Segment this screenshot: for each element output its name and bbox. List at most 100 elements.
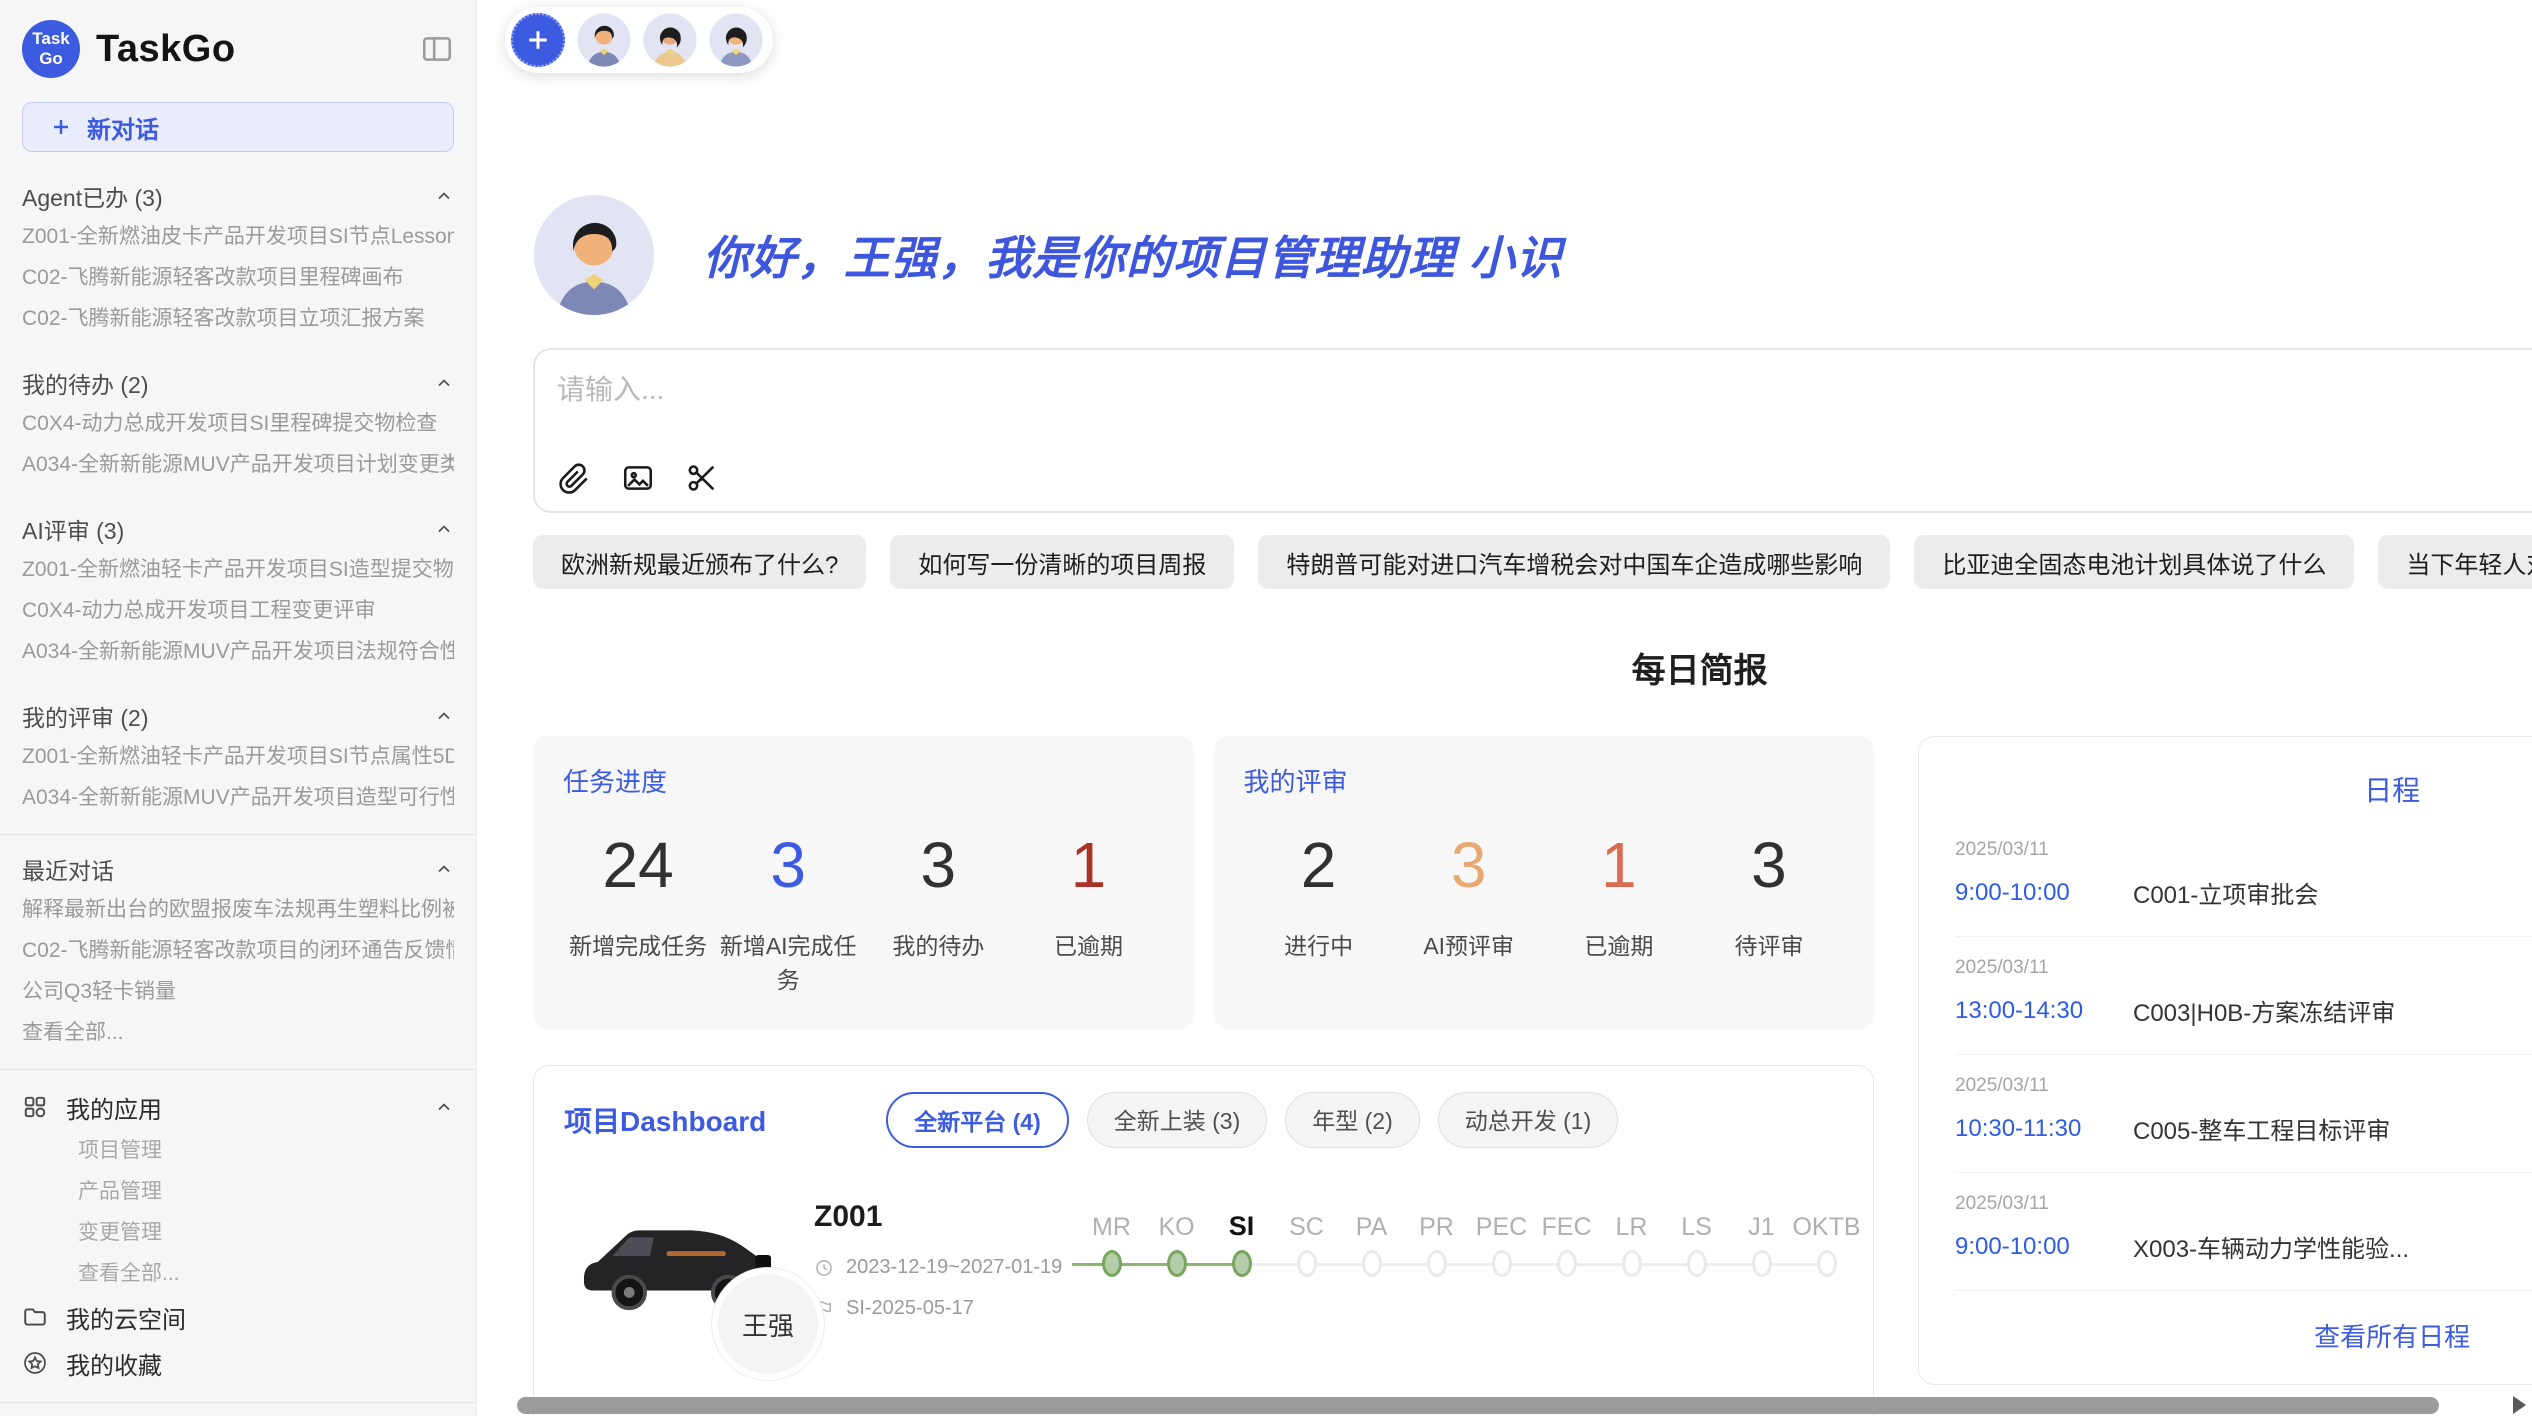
sidebar-links: 我的云空间我的收藏 bbox=[22, 1294, 454, 1386]
dashboard-tab[interactable]: 全新上装 (3) bbox=[1087, 1092, 1268, 1148]
project-dates: 2023-12-19~2027-01-19 bbox=[814, 1256, 1079, 1279]
milestone-step[interactable]: SI bbox=[1209, 1196, 1274, 1288]
sidebar-my-apps: 我的应用项目管理产品管理变更管理查看全部... bbox=[22, 1084, 454, 1294]
screenshot-scissors-icon[interactable] bbox=[685, 461, 719, 495]
sidebar-task-item[interactable]: C0X4-动力总成开发项目工程变更评审 bbox=[22, 590, 454, 631]
section-label: 我的待办 (2) bbox=[22, 366, 149, 400]
dashboard-columns: 任务进度24新增完成任务3新增AI完成任务3我的待办1已逾期我的评审2进行中3A… bbox=[533, 736, 2532, 1416]
sidebar-section-header[interactable]: AI评审 (3) bbox=[22, 509, 454, 549]
sidebar-task-item[interactable]: A034-全新新能源MUV产品开发项目法规符合性评审 bbox=[22, 631, 454, 672]
collapse-sidebar-icon[interactable] bbox=[420, 32, 454, 66]
dashboard-tab[interactable]: 动总开发 (1) bbox=[1438, 1092, 1619, 1148]
milestone-dot bbox=[1362, 1250, 1382, 1277]
sidebar-task-item[interactable]: Z001-全新燃油皮卡产品开发项目SI节点Lesson Learn报告 bbox=[22, 216, 454, 257]
milestone-step[interactable]: PEC bbox=[1469, 1196, 1534, 1288]
suggestion-chip[interactable]: 当下年轻人对汽车外观有怎样的喜好趋势 bbox=[2378, 535, 2532, 589]
suggestion-chip[interactable]: 如何写一份清晰的项目周报 bbox=[890, 535, 1234, 589]
chevron-up-icon bbox=[434, 373, 454, 393]
member-avatar[interactable] bbox=[577, 13, 631, 67]
milestone-step[interactable]: SC bbox=[1274, 1196, 1339, 1288]
suggestion-chip[interactable]: 特朗普可能对进口汽车增税会对中国车企造成哪些影响 bbox=[1258, 535, 1890, 589]
schedule-item: 2025/03/119:00-10:00C001-立项审批会加入 bbox=[1955, 819, 2532, 937]
sidebar-item-my-apps[interactable]: 我的应用 bbox=[22, 1084, 454, 1130]
milestone-dot bbox=[1817, 1250, 1837, 1277]
sidebar-task-sections: Agent已办 (3)Z001-全新燃油皮卡产品开发项目SI节点Lesson L… bbox=[22, 176, 454, 818]
project-code[interactable]: Z001 bbox=[814, 1200, 1079, 1234]
suggestion-chip[interactable]: 比亚迪全固态电池计划具体说了什么 bbox=[1914, 535, 2354, 589]
suggestion-chip[interactable]: 欧洲新规最近颁布了什么? bbox=[533, 535, 866, 589]
section-label: 最近对话 bbox=[22, 852, 114, 886]
metric-value: 24 bbox=[563, 833, 713, 897]
chat-attachment-tools bbox=[557, 461, 719, 495]
app-shortcut-item[interactable]: 产品管理 bbox=[22, 1171, 454, 1212]
milestone-step[interactable]: PA bbox=[1339, 1196, 1404, 1288]
sidebar-task-item[interactable]: C02-飞腾新能源轻客改款项目立项汇报方案 bbox=[22, 298, 454, 339]
milestone-dot bbox=[1687, 1250, 1707, 1277]
daily-brief-title: 每日简报 bbox=[1632, 652, 1768, 690]
sidebar-task-item[interactable]: A034-全新新能源MUV产品开发项目计划变更类编写 bbox=[22, 444, 454, 485]
milestone-step[interactable]: FEC bbox=[1534, 1196, 1599, 1288]
recent-chat-item[interactable]: 查看全部... bbox=[22, 1012, 454, 1053]
sidebar-item-star[interactable]: 我的收藏 bbox=[22, 1340, 454, 1386]
member-avatar[interactable] bbox=[643, 13, 697, 67]
stats-row: 任务进度24新增完成任务3新增AI完成任务3我的待办1已逾期我的评审2进行中3A… bbox=[533, 736, 1874, 1029]
metric-label: 新增AI完成任务 bbox=[713, 927, 863, 995]
dashboard-tab[interactable]: 全新平台 (4) bbox=[886, 1092, 1069, 1148]
milestone-step[interactable]: PR bbox=[1404, 1196, 1469, 1288]
attach-file-icon[interactable] bbox=[557, 461, 591, 495]
schedule-card: 日程 2025/03/119:00-10:00C001-立项审批会加入2025/… bbox=[1918, 736, 2532, 1385]
stat-metrics: 24新增完成任务3新增AI完成任务3我的待办1已逾期 bbox=[563, 833, 1164, 995]
attach-image-icon[interactable] bbox=[621, 461, 655, 495]
sidebar-item-folder[interactable]: 我的云空间 bbox=[22, 1294, 454, 1340]
sidebar-task-item[interactable]: C02-飞腾新能源轻客改款项目里程碑画布 bbox=[22, 257, 454, 298]
stat-metric: 24新增完成任务 bbox=[563, 833, 713, 995]
app-title: TaskGo bbox=[96, 28, 404, 71]
project-list: 王强Z0012023-12-19~2027-01-19SI-2025-05-17… bbox=[564, 1194, 1843, 1416]
milestone-label: SC bbox=[1289, 1196, 1324, 1242]
milestone-step[interactable]: OKTB bbox=[1794, 1196, 1859, 1288]
app-shortcut-item[interactable]: 项目管理 bbox=[22, 1130, 454, 1171]
dashboard-tab[interactable]: 年型 (2) bbox=[1285, 1092, 1420, 1148]
app-shortcut-item[interactable]: 变更管理 bbox=[22, 1212, 454, 1253]
add-session-button[interactable] bbox=[511, 13, 565, 67]
sidebar-task-item[interactable]: Z001-全新燃油轻卡产品开发项目SI造型提交物评审 bbox=[22, 549, 454, 590]
scroll-right-arrow[interactable] bbox=[2513, 1396, 2526, 1414]
schedule-time: 13:00-14:30 bbox=[1955, 997, 2133, 1025]
sidebar-task-item[interactable]: A034-全新新能源MUV产品开发项目造型可行性评审 bbox=[22, 777, 454, 818]
sidebar-section-header[interactable]: 我的待办 (2) bbox=[22, 363, 454, 403]
schedule-date: 2025/03/11 bbox=[1955, 839, 2532, 861]
milestone-step[interactable]: LS bbox=[1664, 1196, 1729, 1288]
recent-chat-item[interactable]: 解释最新出台的欧盟报废车法规再生塑料比例被调至15%... bbox=[22, 889, 454, 930]
metric-label: 待评审 bbox=[1694, 927, 1844, 961]
sidebar-recent-header[interactable]: 最近对话 bbox=[22, 849, 454, 889]
recent-chat-item[interactable]: 公司Q3轻卡销量 bbox=[22, 971, 454, 1012]
recent-chat-item[interactable]: C02-飞腾新能源轻客改款项目的闭环通告反馈情况 bbox=[22, 930, 454, 971]
milestone-step[interactable]: KO bbox=[1144, 1196, 1209, 1288]
view-all-schedule-link[interactable]: 查看所有日程 bbox=[1955, 1291, 2532, 1370]
sidebar-task-item[interactable]: C0X4-动力总成开发项目SI里程碑提交物检查 bbox=[22, 403, 454, 444]
milestone-step[interactable]: LR bbox=[1599, 1196, 1664, 1288]
schedule-date: 2025/03/11 bbox=[1955, 1075, 2532, 1097]
dashboard-tabs: 全新平台 (4) 全新上装 (3) 年型 (2) 动总开发 (1) bbox=[886, 1092, 1618, 1148]
chat-input[interactable] bbox=[555, 366, 2532, 436]
metric-value: 3 bbox=[713, 833, 863, 897]
sidebar-task-item[interactable]: Z001-全新燃油轻卡产品开发项目SI节点属性5D文件评审 bbox=[22, 736, 454, 777]
milestone-step[interactable]: MR bbox=[1079, 1196, 1144, 1288]
milestone-step[interactable]: J1 bbox=[1729, 1196, 1794, 1288]
sidebar-section-header[interactable]: 我的评审 (2) bbox=[22, 696, 454, 736]
milestone-dot bbox=[1102, 1250, 1122, 1277]
sidebar-section-header[interactable]: Agent已办 (3) bbox=[22, 176, 454, 216]
member-avatar[interactable] bbox=[709, 13, 763, 67]
app-shortcut-item[interactable]: 查看全部... bbox=[22, 1253, 454, 1294]
apps-grid-icon bbox=[22, 1094, 48, 1120]
left-column: 任务进度24新增完成任务3新增AI完成任务3我的待办1已逾期我的评审2进行中3A… bbox=[533, 736, 1874, 1416]
schedule-date: 2025/03/11 bbox=[1955, 957, 2532, 979]
sidebar-divider bbox=[0, 1069, 476, 1070]
new-chat-button[interactable]: 新对话 bbox=[22, 102, 454, 152]
stat-metrics: 2进行中3AI预评审1已逾期3待评审 bbox=[1244, 833, 1845, 961]
schedule-title: 日程 bbox=[1955, 763, 2532, 819]
dashboard-title: 项目Dashboard bbox=[564, 1100, 766, 1140]
milestone-label: PEC bbox=[1476, 1196, 1527, 1242]
horizontal-scrollbar[interactable] bbox=[517, 1397, 2439, 1414]
section-label: AI评审 (3) bbox=[22, 512, 124, 546]
